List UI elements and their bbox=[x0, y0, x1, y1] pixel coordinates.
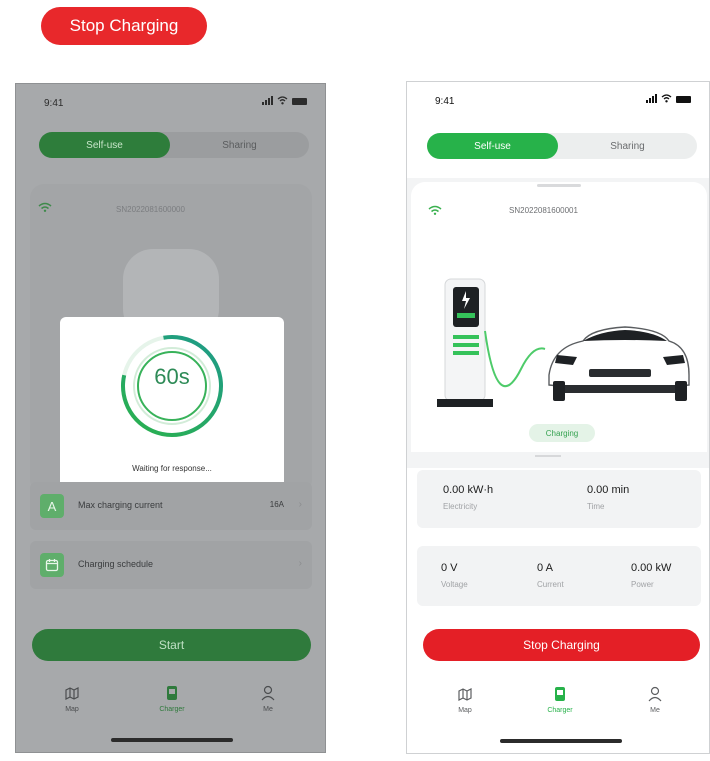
charging-schedule-row[interactable]: Charging schedule › bbox=[30, 541, 312, 589]
signal-icon bbox=[262, 96, 273, 105]
chevron-right-icon: › bbox=[298, 499, 302, 510]
wifi-icon bbox=[428, 205, 442, 215]
status-time: 9:41 bbox=[435, 96, 455, 107]
status-time: 9:41 bbox=[44, 98, 64, 109]
bottom-nav: Map Charger Me bbox=[407, 673, 709, 753]
stop-charging-button[interactable]: Stop Charging bbox=[423, 629, 700, 661]
nav-map-label: Map bbox=[65, 706, 79, 713]
electricity-value: 0.00 kW·h bbox=[443, 484, 494, 496]
current-value: 0 A bbox=[537, 562, 553, 574]
nav-charger[interactable]: Charger bbox=[540, 685, 580, 714]
charging-illustration bbox=[437, 278, 690, 407]
time-value: 0.00 min bbox=[587, 484, 630, 496]
power-label: Power bbox=[631, 580, 654, 589]
bottom-nav: Map Charger Me bbox=[16, 672, 325, 752]
mode-switch: Self-use Sharing bbox=[39, 132, 309, 158]
charger-icon bbox=[167, 686, 177, 700]
user-icon bbox=[261, 685, 275, 701]
battery-icon bbox=[676, 96, 691, 103]
start-button[interactable]: Start bbox=[32, 629, 311, 661]
nav-charger[interactable]: Charger bbox=[152, 684, 192, 713]
phone-screen-waiting: 9:41 Self-use Sharing SN2022081600000 60… bbox=[15, 83, 326, 753]
serial-number: SN2022081600001 bbox=[509, 206, 578, 215]
map-icon bbox=[458, 688, 472, 701]
voltage-value: 0 V bbox=[441, 562, 458, 574]
phone-screen-charging: 9:41 Self-use Sharing SN2022081600001 Ch… bbox=[406, 81, 710, 754]
stop-charging-pill[interactable]: Stop Charging bbox=[41, 7, 207, 45]
tab-sharing[interactable]: Sharing bbox=[558, 141, 697, 152]
nav-me[interactable]: Me bbox=[248, 684, 288, 713]
status-badge: Charging bbox=[529, 424, 595, 442]
status-bar: 9:41 bbox=[16, 84, 325, 124]
page-indicator bbox=[535, 455, 561, 457]
electricity-label: Electricity bbox=[443, 502, 478, 511]
status-icons bbox=[262, 96, 307, 105]
nav-me[interactable]: Me bbox=[635, 685, 675, 714]
tab-sharing[interactable]: Sharing bbox=[170, 140, 309, 151]
electrical-stats-card: 0 V Voltage 0 A Current 0.00 kW Power bbox=[417, 546, 701, 606]
countdown-text: 60s bbox=[154, 364, 190, 389]
nav-me-label: Me bbox=[263, 706, 273, 713]
home-indicator bbox=[500, 739, 622, 743]
time-label: Time bbox=[587, 502, 605, 511]
nav-charger-label: Charger bbox=[159, 706, 185, 713]
signal-icon bbox=[646, 94, 657, 103]
power-value: 0.00 kW bbox=[631, 562, 672, 574]
electricity-stat: 0.00 kW·h Electricity bbox=[443, 484, 493, 511]
energy-time-card: 0.00 kW·h Electricity 0.00 min Time bbox=[417, 470, 701, 528]
mode-switch: Self-use Sharing bbox=[427, 133, 697, 159]
card-handle bbox=[537, 184, 581, 187]
nav-me-label: Me bbox=[650, 707, 660, 714]
map-icon bbox=[65, 687, 79, 700]
current-icon: A bbox=[40, 494, 64, 518]
nav-map[interactable]: Map bbox=[445, 685, 485, 714]
serial-number: SN2022081600000 bbox=[116, 205, 185, 214]
battery-icon bbox=[292, 98, 307, 105]
status-bar: 9:41 bbox=[407, 82, 709, 122]
power-stat: 0.00 kW Power bbox=[631, 562, 671, 589]
max-current-label: Max charging current bbox=[78, 500, 163, 510]
calendar-icon bbox=[40, 553, 64, 577]
voltage-stat: 0 V Voltage bbox=[441, 562, 468, 589]
charger-icon bbox=[555, 687, 565, 701]
nav-map[interactable]: Map bbox=[52, 684, 92, 713]
max-current-value: 16A bbox=[269, 500, 284, 509]
waiting-dialog: 60s Waiting for response... bbox=[60, 317, 284, 492]
current-stat: 0 A Current bbox=[537, 562, 564, 589]
time-stat: 0.00 min Time bbox=[587, 484, 629, 511]
user-icon bbox=[648, 686, 662, 702]
nav-charger-label: Charger bbox=[547, 707, 573, 714]
chevron-right-icon: › bbox=[298, 558, 302, 569]
charging-schedule-label: Charging schedule bbox=[78, 559, 154, 569]
max-current-row[interactable]: A Max charging current 16A › bbox=[30, 482, 312, 530]
wifi-status-icon bbox=[277, 96, 288, 105]
current-label: Current bbox=[537, 580, 564, 589]
nav-map-label: Map bbox=[458, 707, 472, 714]
home-indicator bbox=[111, 738, 233, 742]
wifi-icon bbox=[38, 202, 52, 212]
status-icons bbox=[646, 94, 691, 103]
waiting-message: Waiting for response... bbox=[132, 464, 212, 473]
voltage-label: Voltage bbox=[441, 580, 468, 589]
wifi-status-icon bbox=[661, 94, 672, 103]
tab-self-use[interactable]: Self-use bbox=[427, 133, 558, 159]
tab-self-use[interactable]: Self-use bbox=[39, 132, 170, 158]
